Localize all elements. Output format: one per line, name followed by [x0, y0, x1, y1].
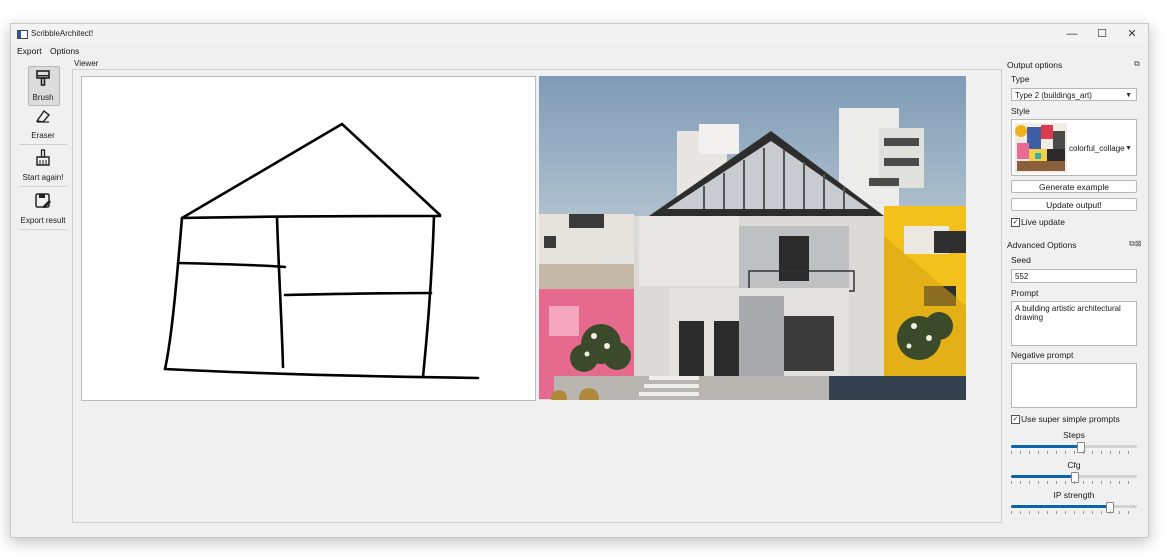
- prompt-textarea[interactable]: A building artistic architectural drawin…: [1011, 301, 1137, 346]
- type-select[interactable]: Type 2 (buildings_art) ▼: [1011, 88, 1137, 101]
- output-options-panel: Output options ⧉ Type Type 2 (buildings_…: [1007, 59, 1142, 529]
- live-update-checkbox[interactable]: ✓: [1011, 218, 1020, 227]
- viewer-area: [72, 69, 1002, 523]
- menu-bar: Export Options: [11, 44, 1148, 57]
- save-edit-icon: [35, 193, 51, 208]
- negative-prompt-textarea[interactable]: [1011, 363, 1137, 408]
- toolbar-divider: [19, 229, 67, 230]
- chevron-down-icon: ▼: [1125, 145, 1132, 152]
- close-button[interactable]: ✕: [1117, 26, 1147, 42]
- prompt-label: Prompt: [1011, 288, 1039, 298]
- cfg-slider[interactable]: [1011, 472, 1137, 483]
- seed-input[interactable]: 552: [1011, 269, 1137, 283]
- steps-slider[interactable]: [1011, 442, 1137, 453]
- viewer-label: Viewer: [74, 59, 99, 68]
- style-thumbnail: [1015, 123, 1067, 173]
- tool-toolbar: Brush Eraser Start again! Export result: [15, 66, 71, 521]
- maximize-button[interactable]: ☐: [1087, 26, 1117, 42]
- generate-example-button[interactable]: Generate example: [1011, 180, 1137, 193]
- toolbar-divider: [19, 186, 67, 187]
- export-result-button[interactable]: Export result: [15, 189, 71, 227]
- eraser-tool-button[interactable]: Eraser: [15, 104, 71, 142]
- style-label: Style: [1011, 106, 1030, 116]
- cfg-label: Cfg: [1067, 460, 1081, 470]
- app-window: ScribbleArchitect! — ☐ ✕ Export Options …: [10, 23, 1149, 538]
- slider-ticks: [1011, 511, 1137, 514]
- start-again-button[interactable]: Start again!: [15, 146, 71, 184]
- drawing-canvas[interactable]: [81, 76, 536, 401]
- float-close-icon[interactable]: ⧉⊠: [1129, 239, 1141, 249]
- output-options-title: Output options: [1007, 60, 1063, 70]
- menu-options[interactable]: Options: [50, 46, 79, 56]
- steps-label: Steps: [1063, 430, 1085, 440]
- house-sketch: [163, 122, 480, 380]
- simple-prompts-checkbox[interactable]: ✓: [1011, 415, 1020, 424]
- type-select-value: Type 2 (buildings_art): [1015, 91, 1092, 100]
- chevron-down-icon: ▼: [1125, 92, 1132, 99]
- style-select[interactable]: colorful_collage ▼: [1011, 119, 1137, 176]
- ip-strength-label: IP strength: [1053, 490, 1095, 500]
- menu-export[interactable]: Export: [17, 46, 42, 56]
- start-again-label: Start again!: [22, 173, 64, 182]
- minimize-button[interactable]: —: [1057, 26, 1087, 42]
- generated-output-image: [539, 76, 966, 400]
- update-output-button[interactable]: Update output!: [1011, 198, 1137, 211]
- toolbar-divider: [19, 144, 67, 145]
- negative-prompt-label: Negative prompt: [1011, 350, 1074, 360]
- slider-ticks: [1011, 451, 1137, 454]
- broom-icon: [36, 149, 50, 166]
- float-icon[interactable]: ⧉: [1134, 59, 1140, 69]
- brush-tool-button[interactable]: Brush: [15, 66, 71, 106]
- advanced-options-title: Advanced Options: [1007, 240, 1077, 250]
- window-title: ScribbleArchitect!: [31, 29, 94, 38]
- brush-label: Brush: [32, 93, 54, 102]
- title-bar: ScribbleArchitect! — ☐ ✕: [11, 24, 1148, 44]
- eraser-icon: [35, 109, 51, 123]
- type-label: Type: [1011, 74, 1030, 84]
- slider-ticks: [1011, 481, 1137, 484]
- seed-label: Seed: [1011, 255, 1031, 265]
- brush-icon: [36, 70, 50, 86]
- ip-strength-slider[interactable]: [1011, 502, 1137, 513]
- eraser-label: Eraser: [31, 131, 55, 140]
- live-update-label: Live update: [1021, 217, 1065, 227]
- simple-prompts-label: Use super simple prompts: [1021, 414, 1120, 424]
- app-icon: [17, 30, 28, 39]
- style-select-value: colorful_collage: [1069, 144, 1125, 153]
- export-result-label: Export result: [20, 216, 66, 225]
